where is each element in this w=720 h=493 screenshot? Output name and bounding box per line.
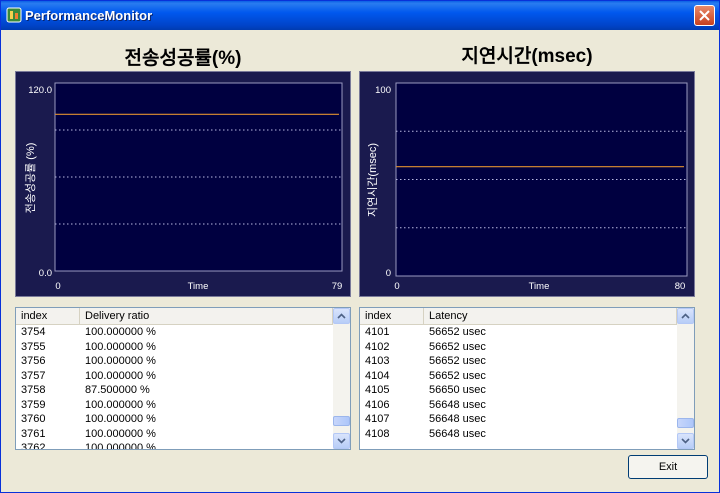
y-axis-title: 전송성공률 (%) <box>24 143 37 214</box>
table-row[interactable]: 3760 100.000000 % <box>16 412 333 427</box>
window-title: PerformanceMonitor <box>25 8 153 23</box>
table-row[interactable]: 3757 100.000000 % <box>16 369 333 384</box>
table-row[interactable]: 3761 100.000000 % <box>16 427 333 442</box>
table-row[interactable]: 3754 100.000000 % <box>16 325 333 340</box>
app-icon <box>6 7 22 23</box>
y-axis-top-label: 100 <box>375 85 391 96</box>
close-icon <box>699 10 710 21</box>
cell-value: 56648 usec <box>429 413 486 425</box>
table-header: index Latency <box>360 308 677 325</box>
vertical-scrollbar[interactable] <box>333 308 350 449</box>
cell-index: 4102 <box>365 340 390 353</box>
cell-index: 3761 <box>21 427 46 440</box>
table-row[interactable]: 4108 56648 usec <box>360 427 677 442</box>
scroll-down-button[interactable] <box>333 433 350 449</box>
scroll-thumb[interactable] <box>677 418 694 428</box>
cell-value: 87.500000 % <box>85 384 150 396</box>
table-row[interactable]: 4104 56652 usec <box>360 369 677 384</box>
cell-value: 56650 usec <box>429 384 486 396</box>
exit-button[interactable]: Exit <box>628 455 708 479</box>
cell-index: 4107 <box>365 413 390 425</box>
right-panel-title: 지연시간(msec) <box>461 46 593 67</box>
table-row[interactable]: 3756 100.000000 % <box>16 354 333 369</box>
delivery-ratio-plot: 120.0 0.0 0 Time 79 전송성공률 (%) <box>24 82 343 292</box>
cell-value: 100.000000 % <box>85 340 156 353</box>
title-bar[interactable]: PerformanceMonitor <box>1 1 719 30</box>
cell-index: 4101 <box>365 326 390 338</box>
scroll-thumb[interactable] <box>333 416 350 426</box>
cell-index: 4104 <box>365 369 390 382</box>
cell-index: 4103 <box>365 355 390 367</box>
table-row[interactable]: 3759 100.000000 % <box>16 398 333 413</box>
table-row[interactable]: 4103 56652 usec <box>360 354 677 369</box>
cell-value: 56652 usec <box>429 340 486 353</box>
chevron-up-icon <box>681 313 690 319</box>
table-row[interactable]: 3755 100.000000 % <box>16 340 333 355</box>
x-axis-left-label: 0 <box>55 281 60 292</box>
left-panel-title: 전송성공률(%) <box>124 48 242 69</box>
cell-value: 56652 usec <box>429 369 486 382</box>
latency-chart: 100 0 0 Time 80 지연시간(msec) <box>359 71 695 297</box>
x-axis-right-label: 79 <box>332 281 343 292</box>
cell-index: 3756 <box>21 355 46 367</box>
cell-value: 100.000000 % <box>85 413 156 425</box>
cell-value: 56652 usec <box>429 355 486 367</box>
y-axis-bottom-label: 0 <box>386 268 391 279</box>
cell-index: 4105 <box>365 384 390 396</box>
cell-value: 56648 usec <box>429 398 486 411</box>
cell-index: 3758 <box>21 384 46 396</box>
delivery-ratio-table[interactable]: index Delivery ratio 3754 100.000000 % 375… <box>15 307 351 450</box>
table-row[interactable]: 4102 56652 usec <box>360 340 677 355</box>
latency-table[interactable]: index Latency 4101 56652 usec 4102 56652 us… <box>359 307 695 450</box>
app-window: PerformanceMonitor 전송성공률(%) 지연시간(msec) 1… <box>0 0 720 493</box>
close-button[interactable] <box>694 5 715 26</box>
y-axis-title: 지연시간(msec) <box>366 143 379 217</box>
cell-index: 4108 <box>365 427 390 440</box>
column-header-delivery-ratio[interactable]: Delivery ratio <box>80 308 333 324</box>
cell-index: 3759 <box>21 398 46 411</box>
table-row[interactable]: 4107 56648 usec <box>360 412 677 427</box>
chevron-down-icon <box>681 438 690 444</box>
table-header: index Delivery ratio <box>16 308 333 325</box>
x-axis-title: Time <box>188 281 209 292</box>
cell-value: 100.000000 % <box>85 427 156 440</box>
cell-index: 3757 <box>21 369 46 382</box>
delivery-ratio-chart: 120.0 0.0 0 Time 79 전송성공률 (%) <box>15 71 351 297</box>
cell-value: 56648 usec <box>429 427 486 440</box>
column-header-latency[interactable]: Latency <box>424 308 677 324</box>
cell-value: 56652 usec <box>429 326 486 338</box>
table-row[interactable]: 3758 87.500000 % <box>16 383 333 398</box>
cell-index: 3754 <box>21 326 46 338</box>
table-row[interactable]: 4106 56648 usec <box>360 398 677 413</box>
latency-plot: 100 0 0 Time 80 지연시간(msec) <box>366 82 688 292</box>
table-row[interactable]: 3762 100.000000 % <box>16 441 333 450</box>
x-axis-title: Time <box>529 281 550 292</box>
cell-value: 100.000000 % <box>85 355 156 367</box>
y-axis-top-label: 120.0 <box>28 85 52 96</box>
x-axis-right-label: 80 <box>675 281 686 292</box>
y-axis-bottom-label: 0.0 <box>39 268 52 279</box>
cell-index: 3762 <box>21 442 46 450</box>
scroll-up-button[interactable] <box>333 308 350 324</box>
cell-value: 100.000000 % <box>85 369 156 382</box>
cell-value: 100.000000 % <box>85 442 156 450</box>
cell-index: 3760 <box>21 413 46 425</box>
vertical-scrollbar[interactable] <box>677 308 694 449</box>
column-header-index[interactable]: index <box>16 308 80 324</box>
cell-value: 100.000000 % <box>85 398 156 411</box>
table-row[interactable]: 4105 56650 usec <box>360 383 677 398</box>
cell-index: 3755 <box>21 340 46 353</box>
chevron-up-icon <box>337 313 346 319</box>
chevron-down-icon <box>337 438 346 444</box>
column-header-index[interactable]: index <box>360 308 424 324</box>
scroll-down-button[interactable] <box>677 433 694 449</box>
table-row[interactable]: 4101 56652 usec <box>360 325 677 340</box>
cell-index: 4106 <box>365 398 390 411</box>
x-axis-left-label: 0 <box>394 281 399 292</box>
scroll-up-button[interactable] <box>677 308 694 324</box>
cell-value: 100.000000 % <box>85 326 156 338</box>
